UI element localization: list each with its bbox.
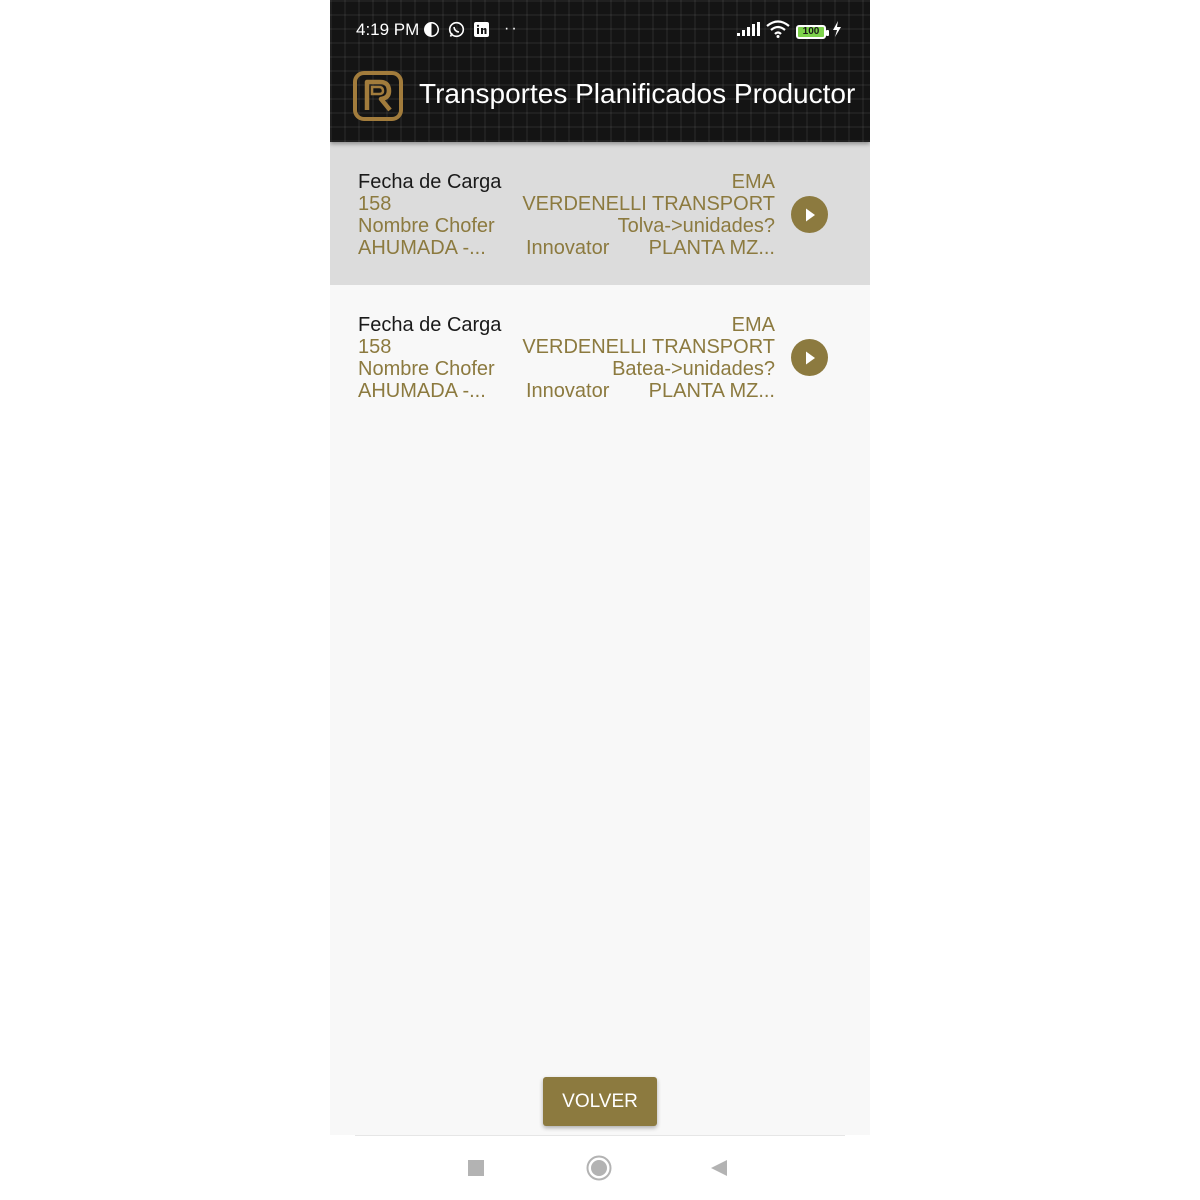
app-screen: 4:19 PM ·· 100 Transportes Planificados … [330,0,870,1200]
play-circle-icon[interactable] [791,196,828,233]
square-icon[interactable] [465,1157,487,1179]
chofer-name: AHUMADA -... [358,237,486,259]
charging-icon [832,21,842,42]
transport-number: 158 [358,336,392,358]
transport-company: VERDENELLI TRANSPORT [522,193,775,215]
more-notifications-icon: ·· [504,20,519,37]
plant-name: PLANTA MZ... [648,380,775,402]
volver-button[interactable]: VOLVER [543,1077,657,1126]
company-name: EMA [731,314,775,336]
system-navigation-bar [330,1135,870,1200]
app-notification-icon [423,21,440,38]
product-name: Innovator [526,237,610,259]
notification-icons: ·· [423,20,519,38]
page-title: Transportes Planificados Productor [419,78,856,109]
linkedin-icon [473,21,490,38]
wifi-icon [766,20,790,43]
fecha-label: Fecha de Carga [358,314,502,336]
unit-type: Batea->unidades? [612,358,775,380]
unit-type: Tolva->unidades? [617,215,775,237]
app-header: 4:19 PM ·· 100 Transportes Planificados … [330,0,870,142]
signal-icon [736,22,760,41]
play-circle-icon[interactable] [791,339,828,376]
product-name: Innovator [526,380,610,402]
transport-list: Fecha de Carga 158 Nombre Chofer AHUMADA… [330,142,870,428]
battery-icon: 100 [796,24,829,39]
transport-company: VERDENELLI TRANSPORT [522,336,775,358]
transport-number: 158 [358,193,392,215]
fecha-label: Fecha de Carga [358,171,502,193]
plant-name: PLANTA MZ... [648,237,775,259]
whatsapp-icon [448,21,465,38]
triangle-back-icon[interactable] [708,1157,730,1179]
status-bar: 4:19 PM ·· 100 [330,0,870,60]
chofer-name: AHUMADA -... [358,380,486,402]
list-item[interactable]: Fecha de Carga 158 Nombre Chofer AHUMADA… [330,142,870,285]
circle-icon[interactable] [586,1155,612,1181]
chofer-label: Nombre Chofer [358,358,495,380]
system-status-icons: 100 [736,20,842,43]
app-logo-icon [352,70,404,122]
company-name: EMA [731,171,775,193]
list-item[interactable]: Fecha de Carga 158 Nombre Chofer AHUMADA… [330,285,870,428]
status-time: 4:19 PM [356,20,420,39]
chofer-label: Nombre Chofer [358,215,495,237]
nav-divider [355,1135,845,1136]
